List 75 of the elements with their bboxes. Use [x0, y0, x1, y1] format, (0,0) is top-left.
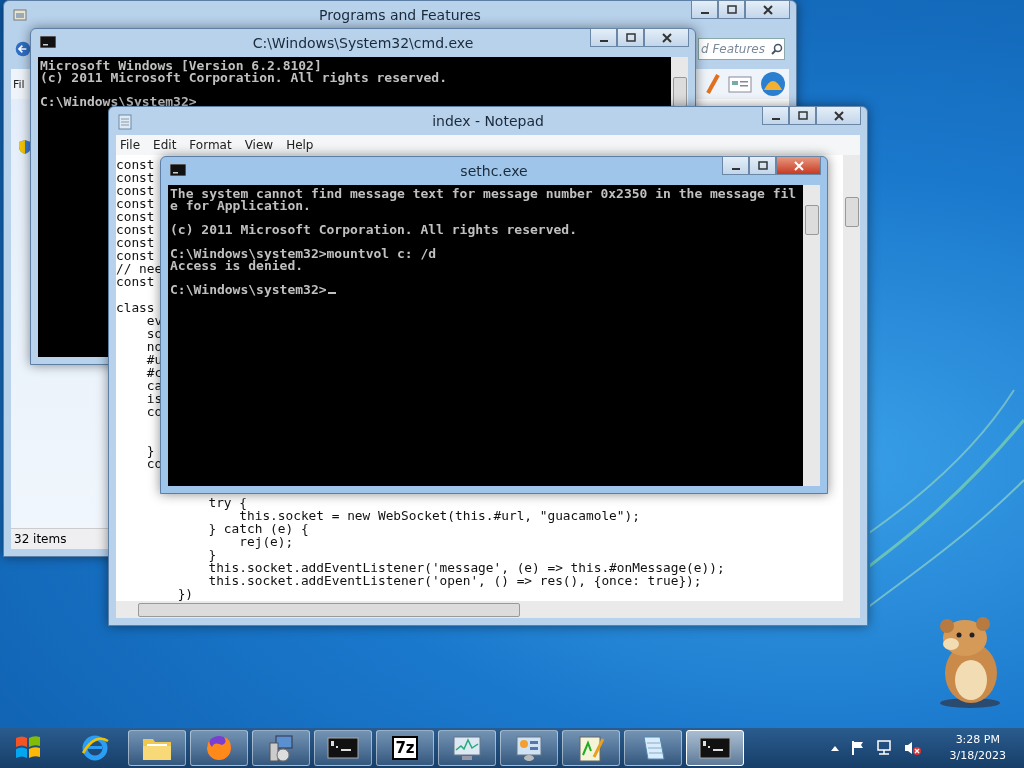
- card-icon[interactable]: [727, 73, 753, 95]
- vertical-scrollbar[interactable]: [803, 185, 820, 486]
- close-icon: [833, 110, 844, 121]
- browser-icon: [80, 733, 110, 763]
- menu-item[interactable]: Help: [286, 138, 314, 152]
- window-title: index - Notepad: [432, 113, 544, 129]
- taskbar-button[interactable]: [624, 730, 682, 766]
- status-text: 32 items: [14, 532, 67, 546]
- taskbar-button[interactable]: [314, 730, 372, 766]
- minimize-icon: [771, 117, 780, 120]
- minimize-button[interactable]: [722, 156, 749, 175]
- minimize-icon: [731, 167, 740, 170]
- close-button[interactable]: [816, 106, 861, 125]
- minimize-icon: [700, 11, 709, 14]
- menu-item[interactable]: Format: [189, 138, 232, 152]
- console-icon: [699, 737, 731, 759]
- console-icon: [40, 36, 56, 48]
- taskbar-button[interactable]: 7z: [376, 730, 434, 766]
- clock[interactable]: 3:28 PM 3/18/2023: [941, 732, 1014, 764]
- control-panel-icon: [514, 734, 544, 762]
- chevron-up-icon[interactable]: [829, 744, 840, 752]
- maximize-icon: [625, 32, 636, 43]
- clock-date: 3/18/2023: [949, 748, 1006, 764]
- taskbar-button[interactable]: [562, 730, 620, 766]
- minimize-button[interactable]: [590, 28, 617, 47]
- window-title: C:\Windows\System32\cmd.exe: [252, 35, 474, 51]
- close-button[interactable]: [745, 0, 790, 19]
- console-output: The system cannot find message text for message number 0x2350 in the message fil e for Application. (c) 2011 Microsoft Corporation. All rights reserved. C:\Windows\system32>mountvol c: /d Access is denied.: [170, 188, 797, 272]
- maximize-icon: [797, 110, 808, 121]
- maximize-button[interactable]: [749, 156, 776, 175]
- menu-item[interactable]: File: [120, 138, 141, 152]
- network-icon[interactable]: [875, 740, 894, 756]
- menu-item[interactable]: View: [244, 138, 274, 152]
- maximize-button[interactable]: [789, 106, 816, 125]
- close-icon: [661, 32, 672, 43]
- monitor-chart-icon: [452, 734, 482, 762]
- console-output: Microsoft Windows [Version 6.2.8102] (c) 2011 Microsoft Corporation. All rights reserved. C:\Windows\System32>: [40, 60, 447, 108]
- close-button[interactable]: [776, 156, 821, 175]
- close-icon: [762, 4, 773, 15]
- console-icon: [170, 164, 186, 176]
- minimize-button[interactable]: [762, 106, 789, 125]
- console-prompt: C:\Windows\system32>: [170, 284, 327, 296]
- menu-item[interactable]: Fil: [13, 77, 25, 91]
- text-editor-icon: [576, 733, 606, 763]
- window-app-icon: [13, 8, 27, 22]
- pencil-icon[interactable]: [705, 73, 721, 95]
- maximize-button[interactable]: [617, 28, 644, 47]
- notepad-icon: [118, 114, 132, 130]
- menu-item[interactable]: Edit: [153, 138, 177, 152]
- flag-icon[interactable]: [849, 740, 866, 756]
- shell-icon[interactable]: [759, 70, 787, 98]
- minimize-icon: [599, 39, 608, 42]
- firefox-icon: [204, 733, 234, 763]
- minimize-button[interactable]: [691, 0, 718, 19]
- maximize-icon: [757, 160, 768, 171]
- text-cursor: [327, 292, 336, 294]
- archive-icon: 7z: [392, 736, 418, 760]
- back-arrow-icon[interactable]: [15, 41, 31, 57]
- close-button[interactable]: [644, 28, 689, 47]
- muted-speaker-icon[interactable]: [903, 740, 922, 756]
- vertical-scrollbar[interactable]: [843, 155, 860, 601]
- vertical-scrollbar[interactable]: [671, 57, 688, 105]
- taskbar-button[interactable]: [686, 730, 744, 766]
- shield-icon[interactable]: [17, 139, 33, 155]
- maximize-icon: [726, 4, 737, 15]
- horizontal-scrollbar[interactable]: [116, 601, 860, 618]
- code-text: try { this.socket = new WebSocket(this.#url, "guacamole"); } catch (e) { rej(e); } this.socket.addEventListener('message', (e) => this.#onMessage(e)); this.socket.addEventListener('open', () => res(), {once: true}); }): [176, 496, 725, 600]
- clock-time: 3:28 PM: [955, 732, 1000, 748]
- maximize-button[interactable]: [718, 0, 745, 19]
- taskbar-button[interactable]: [438, 730, 496, 766]
- console-icon: [327, 737, 359, 759]
- window-title: sethc.exe: [460, 163, 528, 179]
- close-icon: [793, 160, 804, 171]
- window-title: Programs and Features: [319, 7, 481, 23]
- computer-disc-icon: [266, 733, 296, 763]
